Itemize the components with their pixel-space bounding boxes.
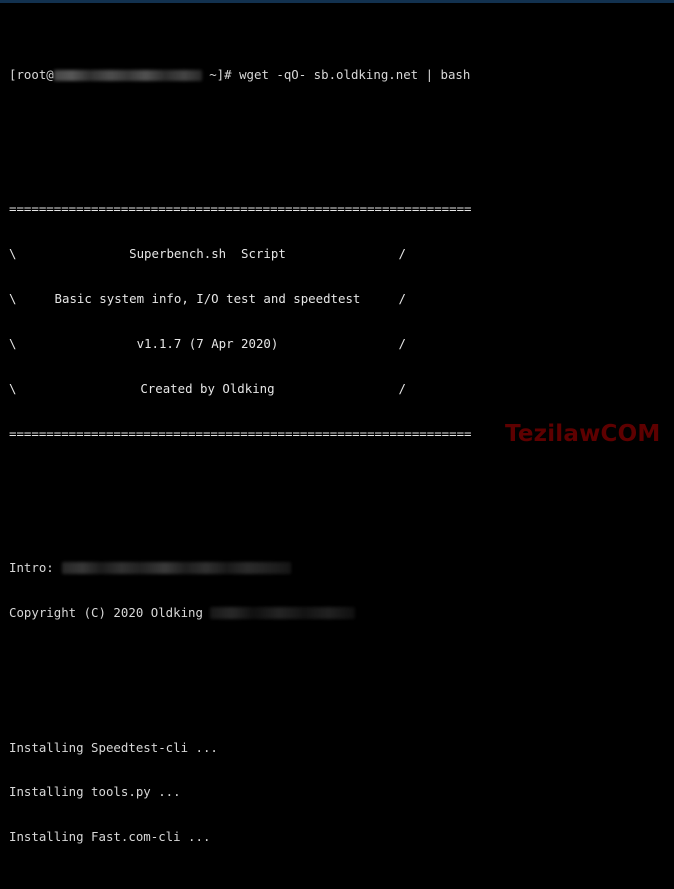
banner-right: / bbox=[398, 291, 406, 307]
prompt-suffix: ~]# bbox=[201, 66, 240, 82]
intro-label: Intro: bbox=[9, 560, 54, 576]
installing-line: Installing Speedtest-cli ... bbox=[9, 739, 218, 755]
redacted-hostname bbox=[53, 69, 202, 81]
copyright-line: Copyright (C) 2020 Oldking bbox=[9, 604, 674, 621]
banner-left: \ bbox=[9, 246, 17, 262]
prompt-command: wget -qO- sb.oldking.net | bash bbox=[239, 66, 471, 82]
banner-right: / bbox=[398, 246, 406, 262]
banner-text: Basic system info, I/O test and speedtes… bbox=[54, 291, 361, 307]
banner-left: \ bbox=[9, 380, 17, 396]
banner-text: v1.1.7 (7 Apr 2020) bbox=[136, 335, 279, 351]
banner-text: Created by Oldking bbox=[140, 380, 275, 396]
banner-line-1: \ Superbench.sh Script / bbox=[9, 246, 674, 262]
installing-line: Installing Fast.com-cli ... bbox=[9, 829, 211, 845]
redacted-intro-value bbox=[61, 562, 291, 575]
terminal-screen[interactable]: [root@ ~]# wget -qO- sb.oldking.net | ba… bbox=[0, 3, 674, 889]
banner-rule-bottom: ========================================… bbox=[9, 425, 472, 441]
banner-line-3: \ v1.1.7 (7 Apr 2020) / bbox=[9, 335, 674, 352]
banner-rule-top: ========================================… bbox=[9, 201, 472, 217]
prompt-prefix: [root@ bbox=[9, 66, 54, 82]
terminal-window: [root@ ~]# wget -qO- sb.oldking.net | ba… bbox=[0, 0, 674, 889]
intro-line: Intro: bbox=[9, 560, 674, 576]
banner-left: \ bbox=[9, 335, 17, 351]
redacted-copyright-value bbox=[209, 606, 355, 619]
banner-left: \ bbox=[9, 291, 17, 307]
banner-right: / bbox=[398, 335, 406, 351]
banner-line-2: \ Basic system info, I/O test and speedte… bbox=[9, 291, 674, 307]
copyright-label: Copyright (C) 2020 Oldking bbox=[9, 604, 203, 620]
banner-line-4: \ Created by Oldking / bbox=[9, 380, 674, 397]
banner-right: / bbox=[398, 380, 406, 396]
installing-line: Installing tools.py ... bbox=[9, 784, 181, 800]
banner-text: Superbench.sh Script bbox=[129, 246, 286, 262]
prompt-line-top: [root@ ~]# wget -qO- sb.oldking.net | ba… bbox=[9, 66, 674, 83]
